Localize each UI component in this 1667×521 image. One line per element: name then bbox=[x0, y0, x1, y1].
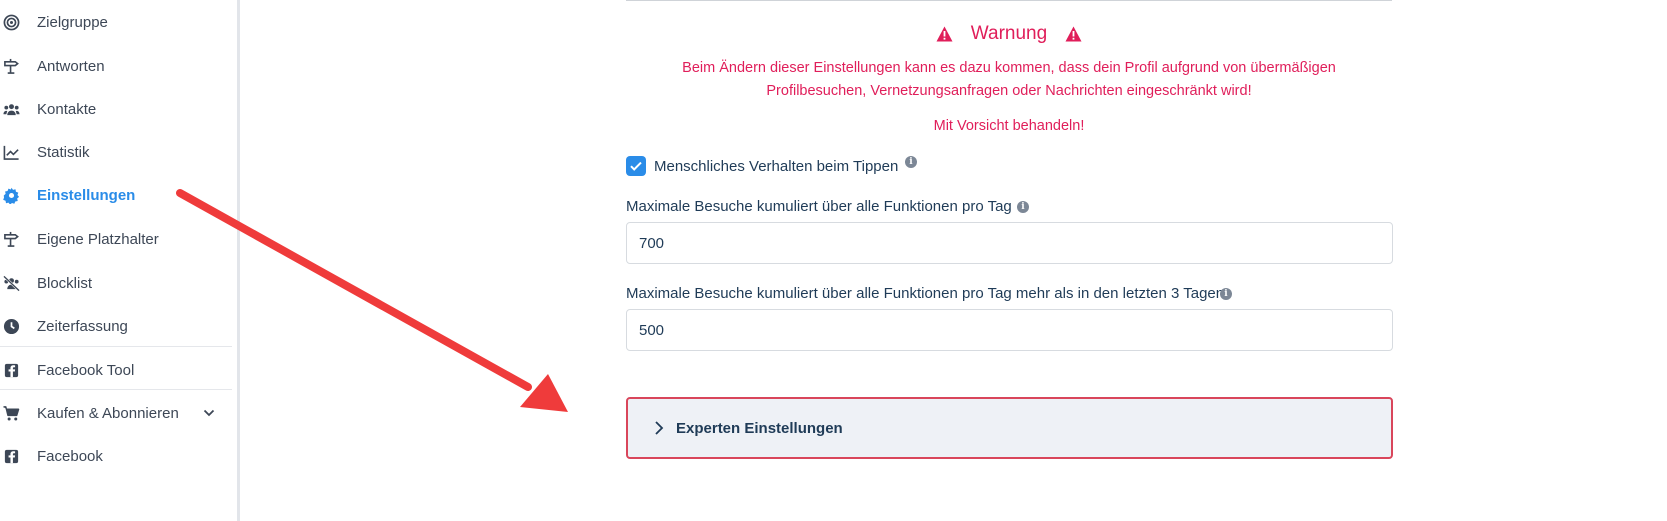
sidebar-item-label: Antworten bbox=[37, 57, 105, 75]
warning-message-line: Beim Ändern dieser Einstellungen kann es… bbox=[682, 60, 1336, 76]
sidebar-item-label: Eigene Platzhalter bbox=[37, 230, 159, 248]
sidebar-item-label: Zielgruppe bbox=[37, 13, 108, 31]
line-chart-icon bbox=[2, 143, 20, 161]
max-visits-increase-label: Maximale Besuche kumuliert über alle Fun… bbox=[626, 285, 1225, 302]
human-typing-checkbox[interactable] bbox=[626, 156, 646, 176]
sidebar-item-label: Facebook bbox=[37, 447, 103, 465]
sidebar-item-eigene-platzhalter[interactable]: Eigene Platzhalter bbox=[0, 219, 232, 259]
sidebar-item-zielgruppe[interactable]: Zielgruppe bbox=[0, 2, 232, 42]
max-visits-label: Maximale Besuche kumuliert über alle Fun… bbox=[626, 198, 1012, 215]
warning-triangle-icon bbox=[1065, 26, 1082, 42]
sidebar-item-label: Statistik bbox=[37, 143, 90, 161]
sidebar-item-antworten[interactable]: Antworten bbox=[0, 46, 232, 86]
app-root: Zielgruppe Antworten Kontakte Statistik bbox=[0, 0, 1667, 521]
sidebar-item-kontakte[interactable]: Kontakte bbox=[0, 89, 232, 129]
facebook-square-icon bbox=[2, 447, 20, 465]
sidebar-divider bbox=[0, 389, 232, 390]
sidebar-item-label: Kontakte bbox=[37, 100, 97, 118]
max-visits-input[interactable] bbox=[626, 222, 1393, 264]
warning-triangle-icon bbox=[936, 26, 953, 42]
info-icon[interactable]: i bbox=[1220, 288, 1232, 300]
max-visits-increase-input[interactable] bbox=[626, 309, 1393, 351]
gear-icon bbox=[2, 186, 20, 204]
sidebar-divider bbox=[0, 346, 232, 347]
chevron-down-icon[interactable] bbox=[202, 406, 216, 420]
sidebar-item-statistik[interactable]: Statistik bbox=[0, 132, 232, 172]
sidebar-item-label: Einstellungen bbox=[37, 186, 136, 204]
signpost-icon bbox=[2, 230, 20, 248]
users-icon bbox=[2, 100, 20, 118]
chevron-right-icon bbox=[655, 421, 664, 435]
sidebar-item-label: Blocklist bbox=[37, 274, 93, 292]
users-slash-icon bbox=[2, 274, 20, 292]
info-icon[interactable]: i bbox=[905, 156, 917, 168]
target-icon bbox=[2, 13, 20, 31]
sidebar-item-einstellungen[interactable]: Einstellungen bbox=[0, 175, 232, 215]
cart-icon bbox=[2, 404, 20, 422]
human-typing-label[interactable]: Menschliches Verhalten beim Tippen bbox=[654, 158, 898, 175]
sidebar-item-blocklist[interactable]: Blocklist bbox=[0, 263, 232, 303]
warning-caution: Mit Vorsicht behandeln! bbox=[933, 118, 1085, 134]
info-icon[interactable]: i bbox=[1017, 201, 1029, 213]
facebook-square-icon bbox=[2, 361, 20, 379]
warning-message-line: Profilbesuchen, Vernetzungsanfragen oder… bbox=[766, 83, 1252, 99]
sidebar-item-label: Zeiterfassung bbox=[37, 317, 128, 335]
checkmark-icon bbox=[630, 161, 642, 171]
sidebar-item-label: Kaufen & Abonnieren bbox=[37, 404, 179, 422]
signpost-icon bbox=[2, 57, 20, 75]
sidebar-item-label: Facebook Tool bbox=[37, 361, 135, 379]
expert-settings-accordion[interactable]: Experten Einstellungen bbox=[626, 397, 1393, 459]
sidebar-item-facebook-tool[interactable]: Facebook Tool bbox=[0, 350, 232, 390]
warning-header: Warnung bbox=[626, 20, 1392, 48]
sidebar: Zielgruppe Antworten Kontakte Statistik bbox=[0, 0, 240, 521]
clock-icon bbox=[2, 317, 20, 335]
sidebar-item-zeiterfassung[interactable]: Zeiterfassung bbox=[0, 306, 232, 346]
sidebar-item-kaufen-abonnieren[interactable]: Kaufen & Abonnieren bbox=[0, 393, 232, 433]
warning-title: Warnung bbox=[970, 23, 1048, 44]
sidebar-item-facebook[interactable]: Facebook bbox=[0, 436, 232, 476]
section-divider bbox=[626, 0, 1392, 1]
expert-settings-label: Experten Einstellungen bbox=[676, 420, 843, 437]
warning-message: Beim Ändern dieser Einstellungen kann es… bbox=[626, 57, 1392, 103]
